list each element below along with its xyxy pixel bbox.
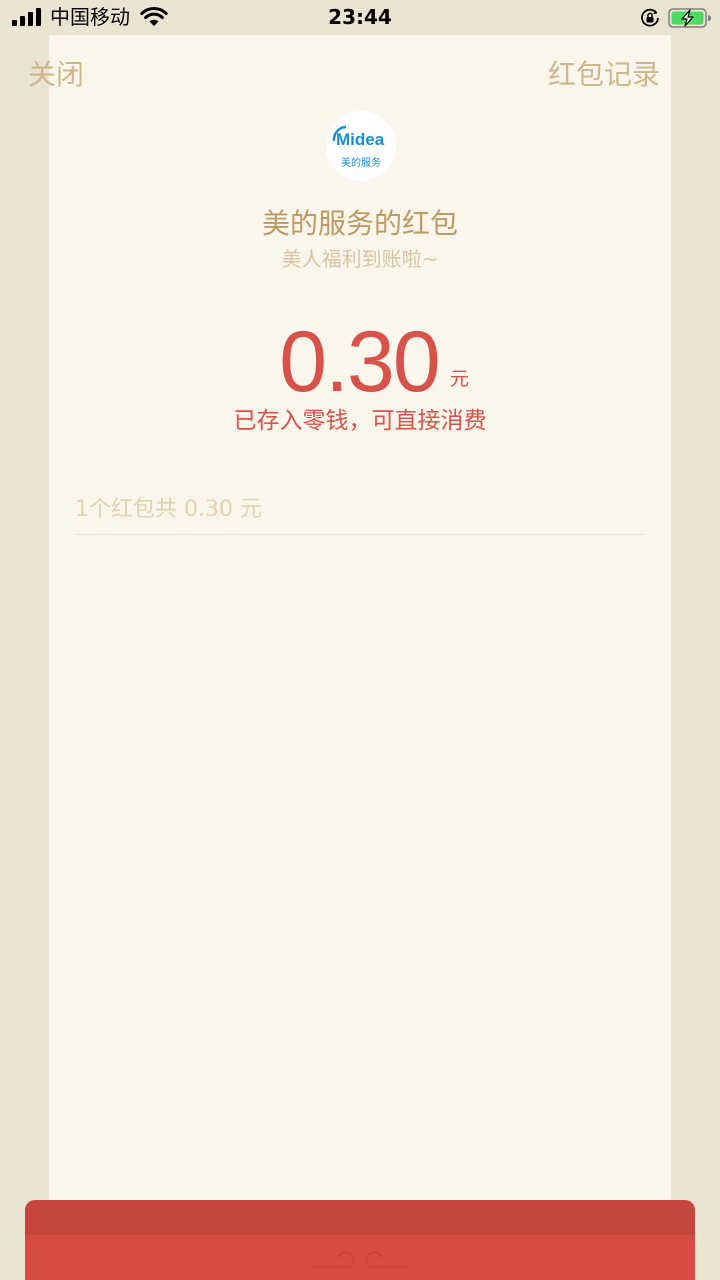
status-time: 23:44 [328,5,392,29]
svg-text:Midea: Midea [336,130,385,149]
svg-text:美的服务: 美的服务 [341,156,381,169]
stored-to-balance-link[interactable]: 已存入零钱，可直接消费 [0,404,720,438]
cloud-pattern-icon [312,1251,408,1268]
midea-logo: Midea 美的服务 [326,111,396,181]
packet-summary: 1个红包共 0.30 元 [75,497,262,522]
orientation-lock-icon [641,8,659,27]
amount-value: 0.30 [279,314,440,410]
status-bar: 中国移动 23:44 [0,0,720,36]
greeting-message: 美人福利到账啦~ [281,247,439,271]
divider [75,534,645,535]
red-packet-records-button[interactable]: 红包记录 [548,55,660,95]
close-button[interactable]: 关闭 [28,55,84,95]
battery-charging-icon [668,8,711,28]
amount-unit: 元 [450,368,470,390]
sender-title: 美的服务的红包 [261,207,458,240]
